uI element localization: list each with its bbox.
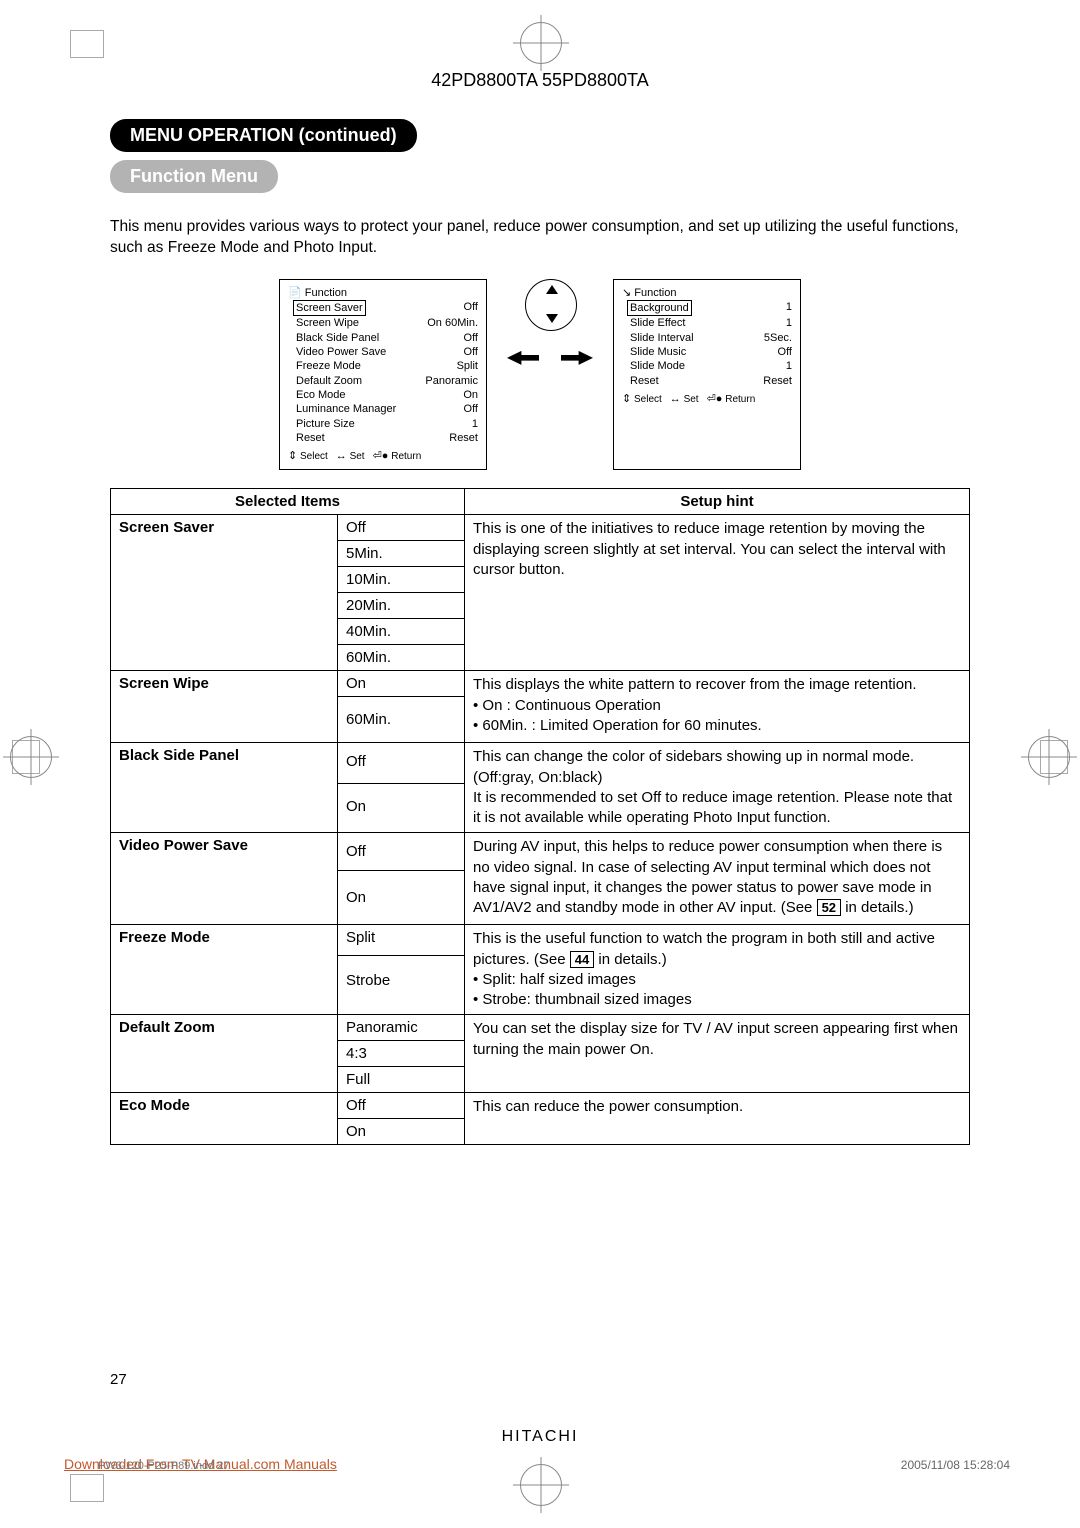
- hint-video-power-save: During AV input, this helps to reduce po…: [465, 833, 970, 925]
- updown-icon: ⇕: [622, 393, 631, 405]
- page-ref: 44: [570, 951, 594, 968]
- opt: On: [338, 871, 465, 925]
- opt: Full: [338, 1067, 465, 1093]
- intro-text: This menu provides various ways to prote…: [110, 217, 970, 259]
- item-screen-saver: Screen Saver: [111, 515, 338, 671]
- osd-illustration-row: 📄 Function Screen SaverOff Screen WipeOn…: [110, 279, 970, 471]
- hint-screen-saver: This is one of the initiatives to reduce…: [465, 515, 970, 671]
- opt: Strobe: [338, 956, 465, 1015]
- crop-mark: [70, 1474, 104, 1502]
- nav-down-icon: [546, 314, 558, 323]
- opt: Off: [338, 1093, 465, 1119]
- page-number: 27: [110, 1371, 127, 1388]
- opt: On: [338, 784, 465, 833]
- hint-freeze-mode: This is the useful function to watch the…: [465, 925, 970, 1015]
- imprint-filename: PW3-120-P25-P89.indd 27: [98, 1460, 229, 1472]
- item-screen-wipe: Screen Wipe: [111, 671, 338, 743]
- item-default-zoom: Default Zoom: [111, 1015, 338, 1093]
- opt: 20Min.: [338, 593, 465, 619]
- hint-default-zoom: You can set the display size for TV / AV…: [465, 1015, 970, 1093]
- brand-footer: HITACHI: [502, 1428, 579, 1446]
- updown-icon: ⇕: [288, 450, 297, 462]
- opt: Off: [338, 833, 465, 871]
- return-icon: ⏎●: [373, 450, 389, 462]
- item-video-power-save: Video Power Save: [111, 833, 338, 925]
- registration-mark: [520, 22, 562, 64]
- th-selected-items: Selected Items: [111, 489, 465, 515]
- opt: Split: [338, 925, 465, 956]
- nav-right-icon: [561, 351, 593, 365]
- opt: 5Min.: [338, 541, 465, 567]
- osd-title: 📄 Function: [288, 286, 478, 300]
- osd-title: ↘ Function: [622, 286, 792, 300]
- osd-box-1: 📄 Function Screen SaverOff Screen WipeOn…: [279, 279, 487, 471]
- return-icon: ⏎●: [707, 393, 723, 405]
- item-eco-mode: Eco Mode: [111, 1093, 338, 1145]
- item-black-side-panel: Black Side Panel: [111, 743, 338, 833]
- nav-left-icon: [507, 351, 539, 365]
- opt: 60Min.: [338, 697, 465, 743]
- opt: 4:3: [338, 1041, 465, 1067]
- opt: Off: [338, 515, 465, 541]
- section-subtitle: Function Menu: [110, 160, 278, 193]
- nav-up-icon: [546, 285, 558, 294]
- hint-eco-mode: This can reduce the power consumption.: [465, 1093, 970, 1145]
- opt: 40Min.: [338, 619, 465, 645]
- leftright-icon: ↔: [336, 450, 347, 462]
- opt: On: [338, 1119, 465, 1145]
- osd-hint: ⇕ Select ↔ Set ⏎● Return: [622, 392, 792, 406]
- function-menu-table: Selected Items Setup hint Screen Saver O…: [110, 488, 970, 1145]
- page-ref: 52: [817, 899, 841, 916]
- hint-screen-wipe: This displays the white pattern to recov…: [465, 671, 970, 743]
- registration-mark: [1028, 736, 1070, 778]
- page-content: 42PD8800TA 55PD8800TA MENU OPERATION (co…: [110, 70, 970, 1458]
- registration-mark: [10, 736, 52, 778]
- crop-mark: [70, 30, 104, 58]
- opt: 60Min.: [338, 645, 465, 671]
- opt: 10Min.: [338, 567, 465, 593]
- section-title: MENU OPERATION (continued): [110, 119, 417, 152]
- item-freeze-mode: Freeze Mode: [111, 925, 338, 1015]
- opt: Panoramic: [338, 1015, 465, 1041]
- osd-box-2: ↘ Function Background1 Slide Effect1 Sli…: [613, 279, 801, 471]
- hint-black-side-panel: This can change the color of sidebars sh…: [465, 743, 970, 833]
- registration-mark: [520, 1464, 562, 1506]
- remote-nav-illustration: [507, 279, 593, 409]
- th-setup-hint: Setup hint: [465, 489, 970, 515]
- print-timestamp: 2005/11/08 15:28:04: [901, 1458, 1010, 1472]
- leftright-icon: ↔: [670, 393, 681, 405]
- opt: On: [338, 671, 465, 697]
- model-header: 42PD8800TA 55PD8800TA: [110, 70, 970, 91]
- opt: Off: [338, 743, 465, 784]
- osd-hint: ⇕ Select ↔ Set ⏎● Return: [288, 449, 478, 463]
